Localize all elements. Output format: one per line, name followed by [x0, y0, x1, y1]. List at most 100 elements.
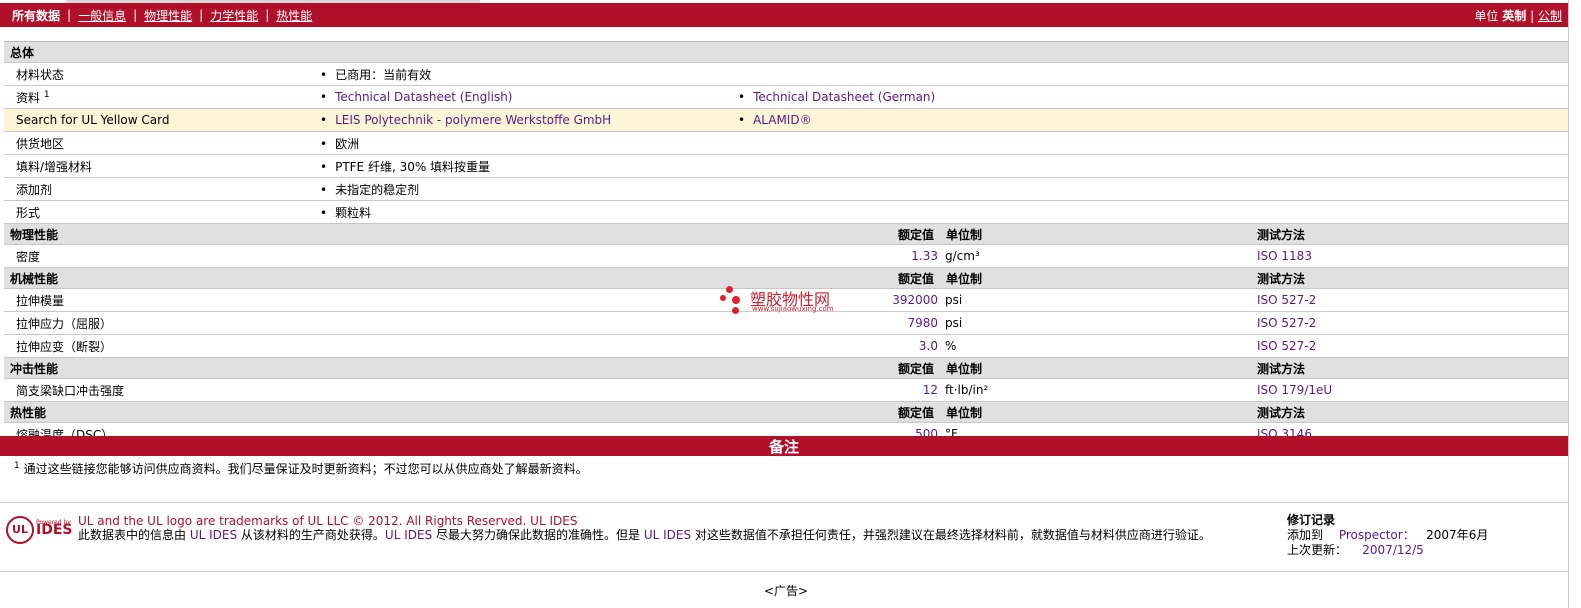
tab-all-data[interactable]: 所有数据 [12, 7, 60, 24]
added-label: 添加到 [1287, 528, 1324, 542]
yellow-card-link-brand[interactable]: ALAMID® [738, 113, 812, 127]
nav-separator: | [1530, 8, 1535, 23]
row-unit: g/cm³ [945, 249, 980, 263]
ul-ides-logo: UL Powered by IDES [6, 516, 78, 546]
divider [0, 502, 1568, 503]
footnote-ref: 1 [43, 89, 50, 100]
tab-thermal[interactable]: 热性能 [276, 7, 312, 24]
revision-added: 添加到 Prospector： 2007年6月 [1287, 528, 1488, 543]
top-nav-bar: 所有数据 | 一般信息 | 物理性能 | 力学性能 | 热性能 单位 英制 | … [0, 3, 1568, 27]
watermark-url: www.sujiaowuxing.com [752, 305, 834, 313]
table-row: 添加剂 未指定的稳定剂 [4, 178, 1568, 201]
table-row-highlighted: Search for UL Yellow Card LEIS Polytechn… [4, 109, 1568, 132]
ul-ides-link[interactable]: UL IDES [644, 528, 691, 542]
link-text[interactable]: ALAMID® [753, 113, 812, 127]
datasheet-link-german[interactable]: Technical Datasheet (German) [738, 90, 935, 104]
row-test-method[interactable]: ISO 527-2 [1257, 339, 1316, 353]
row-label: 填料/增强材料 [16, 159, 93, 174]
row-label: 材料状态 [16, 67, 65, 82]
header-test: 测试方法 [1257, 361, 1306, 376]
ul-ides-link[interactable]: UL IDES [385, 528, 432, 542]
table-row: 材料状态 已商用：当前有效 [4, 63, 1568, 86]
row-test-method[interactable]: ISO 527-2 [1257, 293, 1316, 307]
section-title: 机械性能 [10, 271, 59, 286]
ul-logo-icon: UL [6, 516, 34, 544]
notes-title: 备注 [768, 437, 799, 456]
row-label: 拉伸模量 [16, 293, 65, 308]
row-value: 3.0 [918, 339, 938, 353]
table-row: 资料 1 Technical Datasheet (English) Techn… [4, 86, 1568, 109]
datasheet-link-english[interactable]: Technical Datasheet (English) [320, 90, 512, 104]
ul-ides-link[interactable]: UL IDES [190, 528, 237, 542]
updated-date: 2007/12/5 [1362, 543, 1424, 557]
header-value: 额定值 [898, 227, 935, 242]
section-thermal: 热性能 额定值 单位制 测试方法 [4, 402, 1568, 423]
disclaimer-text: 对这些数据值不承担任何责任，并强烈建议在最终选择材料前，就数据值与材料供应商进行… [691, 528, 1211, 542]
row-value: 392000 [892, 293, 938, 307]
prospector-link[interactable]: Prospector： [1339, 528, 1415, 542]
row-unit: psi [945, 293, 963, 307]
tab-mechanical[interactable]: 力学性能 [210, 7, 258, 24]
yellow-card-link-supplier[interactable]: LEIS Polytechnik - polymere Werkstoffe G… [320, 113, 611, 127]
section-title: 物理性能 [10, 227, 59, 242]
row-label: 供货地区 [16, 136, 65, 151]
header-test: 测试方法 [1257, 271, 1306, 286]
trademark-line: UL and the UL logo are trademarks of UL … [78, 514, 578, 528]
table-row: 供货地区 欧洲 [4, 132, 1568, 155]
tab-general-info[interactable]: 一般信息 [78, 7, 126, 24]
notes-header: 备注 [0, 436, 1568, 456]
disclaimer-text: 尽最大努力确保此数据的准确性。但是 [432, 528, 644, 542]
row-label: 添加剂 [16, 182, 53, 197]
row-test-method[interactable]: ISO 1183 [1257, 249, 1312, 263]
section-title: 冲击性能 [10, 361, 59, 376]
row-label: 拉伸应变（断裂） [16, 339, 113, 354]
unit-imperial[interactable]: 英制 [1502, 9, 1526, 23]
footnote: 1 通过这些链接您能够访问供应商资料。我们尽量保证及时更新资料；不过您可以从供应… [14, 460, 588, 477]
row-unit: ft·lb/in² [945, 383, 989, 397]
header-value: 额定值 [898, 361, 935, 376]
link-text[interactable]: Technical Datasheet (English) [335, 90, 512, 104]
link-text[interactable]: Technical Datasheet (German) [753, 90, 935, 104]
watermark-dot [720, 295, 726, 301]
link-text[interactable]: LEIS Polytechnik - polymere Werkstoffe G… [335, 113, 611, 127]
unit-metric[interactable]: 公制 [1538, 9, 1562, 23]
revision-history: 修订记录 添加到 Prospector： 2007年6月 上次更新： 2007/… [1287, 513, 1488, 558]
watermark-dot [732, 307, 739, 314]
row-value: 颗粒料 [320, 204, 371, 221]
header-test: 测试方法 [1257, 405, 1306, 420]
datasheet-table: 总体 材料状态 已商用：当前有效 资料 1 Technical Datashee… [4, 41, 1568, 446]
disclaimer-line: 此数据表中的信息由 UL IDES 从该材料的生产商处获得。UL IDES 尽最… [78, 528, 1278, 542]
tab-physical[interactable]: 物理性能 [144, 7, 192, 24]
header-value: 额定值 [898, 405, 935, 420]
nav-separator: | [133, 8, 138, 22]
row-test-method[interactable]: ISO 527-2 [1257, 316, 1316, 330]
header-unit: 单位制 [946, 227, 983, 242]
watermark-dot [732, 296, 740, 304]
added-date: 2007年6月 [1426, 528, 1489, 542]
footnote-number: 1 [14, 461, 20, 471]
row-value: 7980 [907, 316, 938, 330]
row-label: 简支梁缺口冲击强度 [16, 383, 125, 398]
table-row: 填料/增强材料 PTFE 纤维, 30% 填料按重量 [4, 155, 1568, 178]
nav-separator: | [265, 8, 270, 22]
row-label: Search for UL Yellow Card [16, 113, 170, 127]
header-test: 测试方法 [1257, 227, 1306, 242]
nav-separator: | [199, 8, 204, 22]
row-label: 形式 [16, 205, 41, 220]
updated-label: 上次更新： [1287, 543, 1348, 557]
row-label: 资料 1 [16, 89, 50, 106]
row-label: 密度 [16, 249, 41, 264]
row-test-method[interactable]: ISO 179/1eU [1257, 383, 1332, 397]
header-unit: 单位制 [946, 271, 983, 286]
table-row: 密度 1.33 g/cm³ ISO 1183 [4, 245, 1568, 268]
ides-logo-text: IDES [36, 522, 73, 538]
table-row: 简支梁缺口冲击强度 12 ft·lb/in² ISO 179/1eU [4, 379, 1568, 402]
revision-title: 修订记录 [1287, 513, 1336, 527]
watermark-logo: 塑胶物性网 www.sujiaowuxing.com [718, 282, 858, 322]
row-unit: psi [945, 316, 963, 330]
row-unit: % [945, 339, 957, 353]
footnote-text: 通过这些链接您能够访问供应商资料。我们尽量保证及时更新资料；不过您可以从供应商处… [23, 462, 588, 476]
table-row: 形式 颗粒料 [4, 201, 1568, 224]
advertisement-placeholder: <广告> [764, 584, 809, 598]
unit-switcher: 单位 英制 | 公制 [1474, 7, 1568, 24]
